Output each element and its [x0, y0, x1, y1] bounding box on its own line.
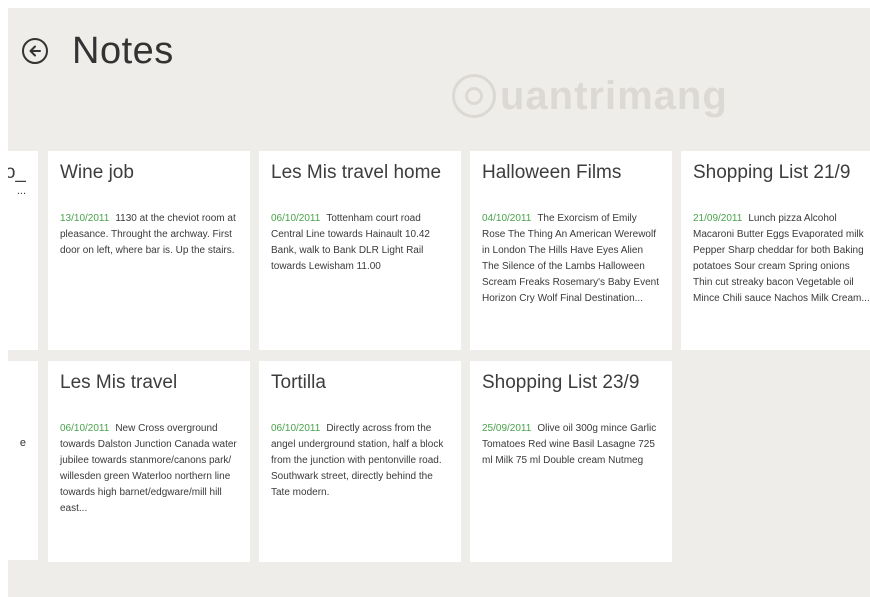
- note-body: 06/10/2011 Directly across from the angel…: [271, 421, 449, 501]
- note-title: Halloween Films: [482, 162, 622, 183]
- note-date: 25/09/2011: [482, 423, 532, 434]
- note-text: Lunch pizza Alcohol Macaroni Butter Eggs…: [693, 213, 870, 304]
- note-date: 21/09/2011: [693, 213, 743, 224]
- note-date: 06/10/2011: [60, 423, 110, 434]
- note-body: 21/09/2011 Lunch pizza Alcohol Macaroni B…: [693, 211, 870, 307]
- note-date: 04/10/2011: [482, 213, 532, 224]
- page-title: Notes: [72, 30, 174, 72]
- note-text: Directly across from the angel undergrou…: [271, 423, 444, 498]
- note-date: 13/10/2011: [60, 213, 110, 224]
- note-card[interactable]: Wine job 13/10/2011 1130 at the cheviot r…: [48, 151, 250, 350]
- note-title: Les Mis travel home: [271, 162, 442, 183]
- note-snippet: ...: [16, 185, 26, 197]
- note-card[interactable]: Halloween Films 04/10/2011 The Exorcism o…: [470, 151, 672, 350]
- note-title: Shopping List 23/9: [482, 372, 640, 393]
- note-body: 04/10/2011 The Exorcism of Emily Rose The…: [482, 211, 660, 307]
- note-title: Shopping List 21/9: [693, 162, 851, 183]
- note-title: Les Mis travel: [60, 372, 178, 393]
- note-card-partial[interactable]: e: [8, 361, 38, 560]
- note-body: 25/09/2011 Olive oil 300g mince Garlic To…: [482, 421, 660, 469]
- note-date: 06/10/2011: [271, 213, 321, 224]
- lightbulb-icon: [452, 74, 496, 118]
- note-card[interactable]: Les Mis travel 06/10/2011 New Cross overg…: [48, 361, 250, 562]
- notes-app: Notes uantrimang o_ ... e Wine job 13/10…: [8, 8, 870, 597]
- note-card[interactable]: Les Mis travel home 06/10/2011 Tottenham …: [259, 151, 461, 350]
- note-title: Wine job: [60, 162, 134, 183]
- watermark-logo: uantrimang: [452, 66, 728, 126]
- note-body: 13/10/2011 1130 at the cheviot room at pl…: [60, 211, 238, 259]
- note-card-partial[interactable]: o_ ...: [8, 151, 38, 350]
- arrow-left-icon: [29, 45, 41, 57]
- note-body: 06/10/2011 New Cross overground towards D…: [60, 421, 238, 517]
- watermark-text: uantrimang: [500, 73, 728, 118]
- note-card[interactable]: Tortilla 06/10/2011 Directly across from …: [259, 361, 461, 562]
- note-title: Tortilla: [271, 372, 326, 393]
- note-snippet: e: [19, 437, 26, 449]
- back-button[interactable]: [22, 38, 48, 64]
- note-card[interactable]: Shopping List 23/9 25/09/2011 Olive oil 3…: [470, 361, 672, 562]
- note-text: New Cross overground towards Dalston Jun…: [60, 423, 237, 514]
- note-title: o_: [8, 162, 26, 183]
- note-card[interactable]: Shopping List 21/9 21/09/2011 Lunch pizza…: [681, 151, 870, 350]
- note-date: 06/10/2011: [271, 423, 321, 434]
- note-body: 06/10/2011 Tottenham court road Central L…: [271, 211, 449, 275]
- note-text: The Exorcism of Emily Rose The Thing An …: [482, 213, 659, 304]
